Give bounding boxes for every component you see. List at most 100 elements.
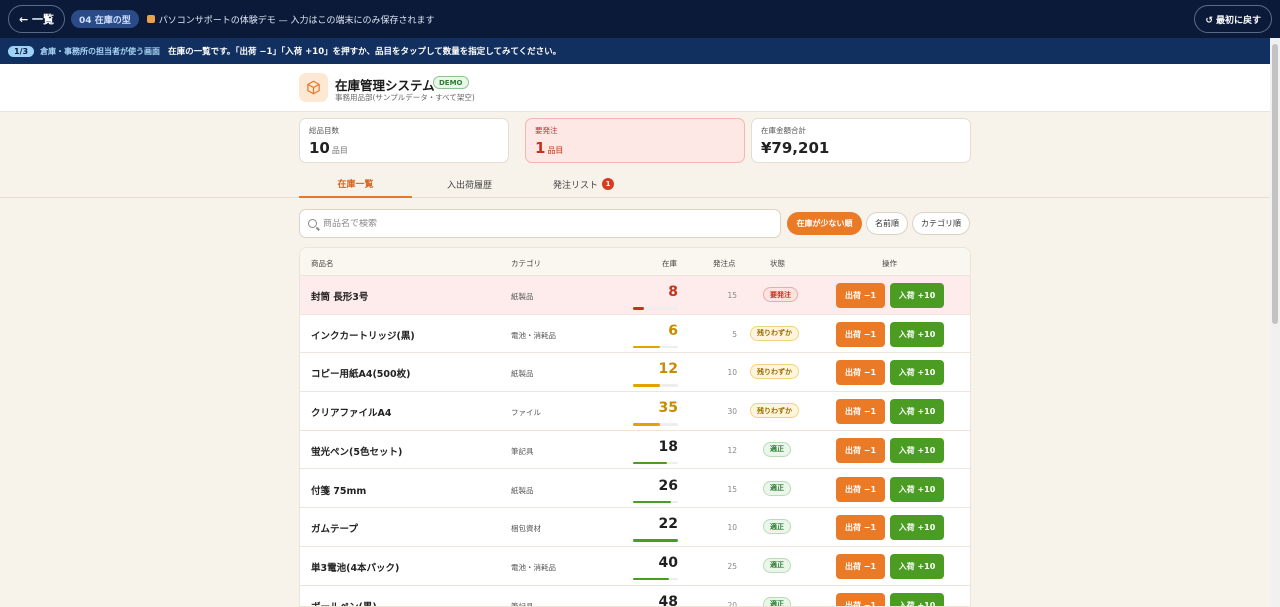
item-category: 梱包資材 — [511, 524, 541, 534]
tab-bar: 在庫一覧 入出荷履歴 発注リスト 1 — [0, 170, 1270, 198]
item-name: 付箋 75mm — [311, 485, 367, 497]
item-category: 電池・消耗品 — [511, 330, 556, 340]
stock-level-fill — [633, 307, 645, 310]
receive-plus-10-button[interactable]: 入荷 +10 — [890, 360, 944, 386]
table-row[interactable]: インクカートリッジ(黒) 電池・消耗品 6 5 残りわずか 出荷 −1 入荷 +10 — [300, 315, 970, 354]
reorder-needed-card: 要発注 1 品目 — [525, 118, 745, 163]
status-badge: 適正 — [763, 557, 791, 573]
item-reorder-point: 15 — [727, 291, 737, 300]
inventory-value-label: 在庫金額合計 — [761, 126, 806, 135]
item-stock: 8 — [668, 284, 678, 300]
status-badge: 適正 — [763, 519, 791, 535]
scroll-thumb[interactable] — [1272, 44, 1278, 324]
ship-minus-1-button[interactable]: 出荷 −1 — [836, 283, 885, 308]
total-items-card: 総品目数 10 品目 — [299, 118, 509, 163]
stock-level-fill — [633, 500, 672, 503]
stock-level-bar — [633, 500, 678, 503]
table-row[interactable]: 蛍光ペン(5色セット) 筆記具 18 12 適正 出荷 −1 入荷 +10 — [300, 431, 970, 470]
receive-plus-10-button[interactable]: 入荷 +10 — [890, 592, 944, 606]
item-reorder-point: 10 — [727, 368, 737, 378]
receive-plus-10-button[interactable]: 入荷 +10 — [890, 399, 944, 425]
item-stock: 22 — [658, 516, 678, 533]
tab-order-list-label: 発注リスト — [552, 180, 598, 191]
sort-category-button[interactable]: カテゴリ順 — [912, 212, 970, 235]
item-stock: 48 — [658, 593, 678, 607]
item-stock: 18 — [658, 438, 678, 455]
table-row[interactable]: コピー用紙A4(500枚) 紙製品 12 10 残りわずか 出荷 −1 入荷 +10 — [300, 353, 970, 393]
reorder-needed-label: 要発注 — [535, 126, 558, 135]
item-category: 電池・消耗品 — [511, 562, 556, 572]
item-category: 筆記具 — [511, 601, 534, 607]
tab-history[interactable]: 入出荷履歴 — [413, 170, 526, 198]
ship-minus-1-button[interactable]: 出荷 −1 — [836, 321, 885, 347]
stock-level-fill — [633, 577, 669, 581]
total-items-label: 総品目数 — [309, 126, 339, 135]
total-items-number: 10 — [309, 139, 330, 157]
receive-plus-10-button[interactable]: 入荷 +10 — [890, 553, 944, 579]
receive-plus-10-button[interactable]: 入荷 +10 — [890, 437, 944, 463]
item-stock: 6 — [668, 322, 678, 339]
header-category: カテゴリ — [511, 259, 541, 268]
inventory-value-amount: ¥79,201 — [761, 139, 830, 157]
app-subtitle: 事務用品部(サンプルデータ・すべて架空) — [335, 93, 475, 102]
tab-inventory[interactable]: 在庫一覧 — [299, 170, 412, 198]
item-reorder-point: 30 — [727, 407, 737, 417]
table-row[interactable]: ガムテープ 梱包資材 22 10 適正 出荷 −1 入荷 +10 — [300, 508, 970, 547]
receive-plus-10-button[interactable]: 入荷 +10 — [890, 283, 944, 308]
item-stock: 26 — [658, 477, 678, 494]
sort-name-button[interactable]: 名前順 — [866, 212, 908, 235]
table-row[interactable]: 付箋 75mm 紙製品 26 15 適正 出荷 −1 入荷 +10 — [300, 470, 970, 509]
item-stock: 35 — [658, 400, 678, 417]
step-guide-bar: 1/3 倉庫・事務所の担当者が使う画面 在庫の一覧です。「出荷 −1」「入荷 +… — [0, 38, 1270, 64]
ship-minus-1-button[interactable]: 出荷 −1 — [836, 399, 885, 425]
stock-level-bar — [633, 423, 678, 426]
table-row[interactable]: ボールペン(黒) 筆記具 48 20 適正 出荷 −1 入荷 +10 — [300, 586, 970, 607]
item-category: 筆記具 — [511, 446, 534, 456]
reorder-needed-value: 1 品目 — [535, 139, 735, 157]
step-instruction: 在庫の一覧です。「出荷 −1」「入荷 +10」を押すか、品目をタップして数量を指… — [168, 47, 562, 57]
item-name: ガムテープ — [311, 524, 358, 536]
item-name: ボールペン(黒) — [311, 599, 377, 606]
step-role: 倉庫・事務所の担当者が使う画面 — [40, 46, 161, 56]
ship-minus-1-button[interactable]: 出荷 −1 — [836, 515, 885, 541]
ship-minus-1-button[interactable]: 出荷 −1 — [836, 476, 885, 502]
stock-level-bar — [633, 539, 678, 542]
total-items-unit: 品目 — [331, 146, 348, 155]
ship-minus-1-button[interactable]: 出荷 −1 — [836, 553, 885, 579]
status-badge: 残りわずか — [750, 364, 799, 380]
header-reorder-point: 発注点 — [713, 259, 736, 268]
stock-level-fill — [633, 384, 660, 387]
item-name: 封筒 長形3号 — [311, 292, 369, 303]
item-reorder-point: 25 — [727, 561, 737, 571]
receive-plus-10-button[interactable]: 入荷 +10 — [890, 476, 944, 502]
tab-order-list[interactable]: 発注リスト 1 — [527, 170, 640, 198]
stock-level-bar — [633, 461, 678, 465]
item-category: 紙製品 — [511, 485, 534, 495]
ship-minus-1-button[interactable]: 出荷 −1 — [836, 592, 885, 606]
search-box — [299, 209, 781, 238]
back-to-list-button[interactable]: ← 一覧 — [8, 5, 66, 33]
page-scrollbar[interactable] — [1270, 38, 1280, 607]
stock-level-fill — [633, 423, 660, 426]
search-input[interactable] — [323, 218, 772, 229]
item-category: 紙製品 — [511, 369, 534, 379]
table-header: 商品名 カテゴリ 在庫 発注点 状態 操作 — [300, 248, 970, 276]
table-row[interactable]: クリアファイルA4 ファイル 35 30 残りわずか 出荷 −1 入荷 +10 — [300, 392, 970, 431]
reset-button[interactable]: ↺ 最初に戻す — [1194, 5, 1272, 33]
demo-badge: DEMO — [433, 76, 469, 89]
receive-plus-10-button[interactable]: 入荷 +10 — [890, 321, 944, 347]
ship-minus-1-button[interactable]: 出荷 −1 — [836, 360, 885, 386]
item-reorder-point: 20 — [727, 600, 737, 607]
reorder-needed-number: 1 — [535, 139, 546, 157]
stock-level-bar — [633, 307, 678, 310]
table-row[interactable]: 単3電池(4本パック) 電池・消耗品 40 25 適正 出荷 −1 入荷 +10 — [300, 547, 970, 586]
sort-low-stock-button[interactable]: 在庫が少ない順 — [787, 212, 862, 235]
app-header: 在庫管理システム DEMO 事務用品部(サンプルデータ・すべて架空) — [0, 64, 1270, 112]
table-row[interactable]: 封筒 長形3号 紙製品 8 15 要発注 出荷 −1 入荷 +10 — [300, 276, 970, 315]
header-status: 状態 — [770, 259, 785, 268]
item-stock: 40 — [658, 554, 678, 571]
receive-plus-10-button[interactable]: 入荷 +10 — [890, 515, 944, 541]
item-name: 単3電池(4本パック) — [311, 562, 400, 574]
stock-level-fill — [633, 539, 678, 542]
ship-minus-1-button[interactable]: 出荷 −1 — [836, 437, 885, 463]
